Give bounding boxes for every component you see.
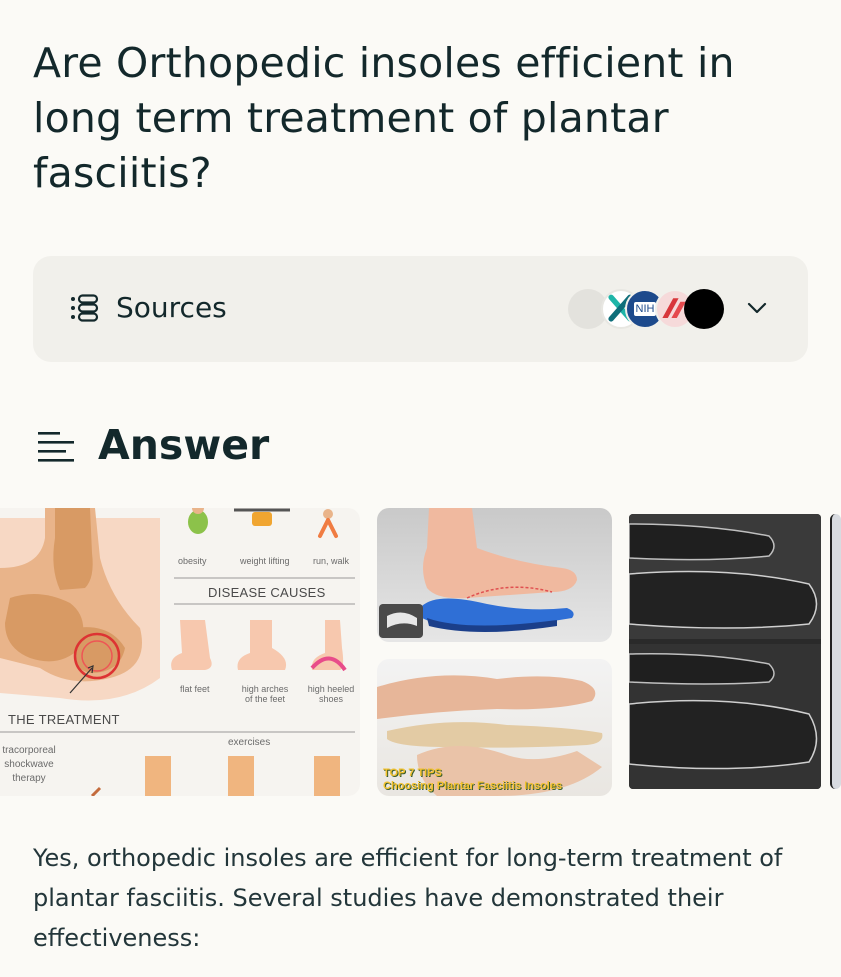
black-source-icon [684,289,724,329]
answer-body-text: Yes, orthopedic insoles are efficient fo… [33,844,783,952]
exercises-label: exercises [228,737,271,748]
foot-insole-illustration [379,508,577,638]
sources-list-icon [71,294,99,322]
infographic-image[interactable]: obesity weight lifting run, walk DISEASE… [0,508,360,796]
insole-tips-image[interactable]: TOP 7 TIPS Choosing Plantar Fasciitis In… [377,659,612,796]
nih-text: NIH [633,302,657,316]
tips-line-2: Choosing Plantar Fasciitis Insoles [383,780,563,792]
insole-arch-image[interactable] [377,508,612,642]
black-insole-illustration [629,514,821,789]
question-title: Are Orthopedic insoles efficient in long… [33,39,735,197]
partial-image[interactable] [830,514,841,789]
foot-label-flat: flat feet [180,684,210,694]
cause-label-obesity: obesity [178,556,207,566]
foot-label-high-heels: high heeled shoes [307,684,355,704]
black-insoles-image[interactable] [629,514,821,789]
cause-label-weight-lifting: weight lifting [240,556,290,566]
chevron-down-icon[interactable] [745,296,769,320]
answer-heading: Answer [98,421,270,469]
cause-label-run: run, walk [313,556,350,566]
disease-causes-heading: DISEASE CAUSES [208,585,326,600]
therapy-label: tracorporeal shockwave therapy [2,745,56,784]
treatment-heading: THE TREATMENT [8,712,120,727]
tips-line-1: TOP 7 TIPS [383,767,442,779]
foot-label-high-arches: high arches of the feet [241,684,289,704]
sources-label: Sources [116,291,227,324]
sources-panel[interactable]: Sources NIH [33,256,808,362]
answer-lines-icon [38,432,74,462]
